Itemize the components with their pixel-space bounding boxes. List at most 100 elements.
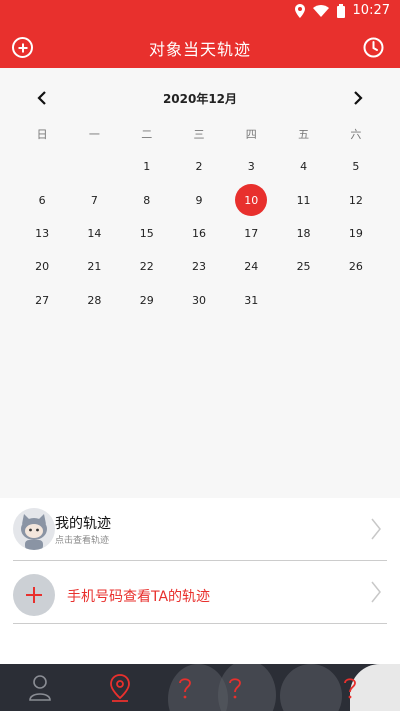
day-number: 15 xyxy=(139,226,154,240)
day-number: 21 xyxy=(87,260,102,274)
calendar-day[interactable]: 19 xyxy=(330,217,382,250)
location-pin-icon xyxy=(110,673,130,702)
status-icons: 10:27 xyxy=(294,3,390,18)
day-number: 1 xyxy=(143,160,151,174)
calendar-day[interactable]: 27 xyxy=(16,284,68,317)
calendar-header: 2020年12月 xyxy=(0,86,400,108)
day-number: 22 xyxy=(139,260,154,274)
track-list: 我的轨迹 点击查看轨迹 手机号码查看TA的轨迹 xyxy=(0,498,400,664)
tab-4[interactable] xyxy=(205,664,265,711)
weekday-label: 一 xyxy=(88,128,100,141)
weekday-label: 日 xyxy=(36,128,48,141)
calendar-day[interactable]: 28 xyxy=(68,284,120,317)
calendar-day[interactable]: 17 xyxy=(225,217,277,250)
calendar-day[interactable]: 9 xyxy=(173,183,225,216)
status-time: 10:27 xyxy=(352,3,390,18)
day-number: 2 xyxy=(195,160,203,174)
day-number: 7 xyxy=(90,193,98,207)
calendar-blank xyxy=(68,150,120,183)
status-bar: 10:27 xyxy=(0,0,400,24)
phone-track-item[interactable]: 手机号码查看TA的轨迹 xyxy=(13,562,387,624)
question-icon xyxy=(344,677,356,698)
calendar-day[interactable]: 26 xyxy=(330,250,382,283)
day-number: 8 xyxy=(143,193,151,207)
chevron-right-icon xyxy=(371,581,381,607)
calendar-day[interactable]: 13 xyxy=(16,217,68,250)
weekday-label: 六 xyxy=(350,128,362,141)
calendar-day[interactable]: 4 xyxy=(277,150,329,183)
calendar-day[interactable]: 21 xyxy=(68,250,120,283)
person-icon xyxy=(29,674,51,701)
tab-5[interactable] xyxy=(320,664,380,711)
calendar-day[interactable]: 8 xyxy=(121,183,173,216)
calendar-day[interactable]: 11 xyxy=(277,183,329,216)
history-button[interactable] xyxy=(363,37,384,62)
day-number: 20 xyxy=(35,260,50,274)
day-number: 18 xyxy=(296,226,311,240)
avatar-icon xyxy=(21,514,47,550)
calendar-day[interactable]: 12 xyxy=(330,183,382,216)
calendar-day[interactable]: 30 xyxy=(173,284,225,317)
calendar-day[interactable]: 15 xyxy=(121,217,173,250)
day-number: 25 xyxy=(296,260,311,274)
bottom-tab-bar xyxy=(0,664,400,711)
calendar-day[interactable]: 22 xyxy=(121,250,173,283)
weekday-row: 日一二三四五六 xyxy=(16,126,382,142)
weekday-label: 三 xyxy=(193,128,205,141)
page-title: 对象当天轨迹 xyxy=(148,40,251,59)
day-number: 23 xyxy=(191,260,206,274)
day-number: 5 xyxy=(352,160,360,174)
clock-icon xyxy=(363,37,384,58)
weekday-label: 四 xyxy=(245,128,257,141)
location-icon xyxy=(294,3,305,18)
plus-icon xyxy=(13,574,55,616)
day-number: 10 xyxy=(235,184,268,217)
day-number: 14 xyxy=(87,226,102,240)
calendar-day[interactable]: 2 xyxy=(173,150,225,183)
calendar-day[interactable]: 18 xyxy=(277,217,329,250)
calendar-day[interactable]: 23 xyxy=(173,250,225,283)
chevron-right-icon xyxy=(371,518,381,544)
calendar-day[interactable]: 29 xyxy=(121,284,173,317)
calendar-day[interactable]: 31 xyxy=(225,284,277,317)
day-number: 3 xyxy=(247,160,255,174)
month-title: 2020年12月 xyxy=(162,92,238,106)
day-number: 26 xyxy=(348,260,363,274)
question-icon xyxy=(179,677,191,698)
day-number: 31 xyxy=(244,293,259,307)
weekday-label: 五 xyxy=(298,128,310,141)
battery-icon xyxy=(336,3,345,18)
weekday-label: 二 xyxy=(141,128,153,141)
calendar-day[interactable]: 3 xyxy=(225,150,277,183)
calendar-day[interactable]: 6 xyxy=(16,183,68,216)
next-month-button[interactable] xyxy=(353,90,363,109)
question-icon xyxy=(229,677,241,698)
calendar-day[interactable]: 24 xyxy=(225,250,277,283)
day-number: 29 xyxy=(139,293,154,307)
day-number: 16 xyxy=(191,226,206,240)
day-number: 12 xyxy=(348,193,363,207)
calendar-day[interactable]: 7 xyxy=(68,183,120,216)
avatar xyxy=(13,508,55,550)
calendar-day[interactable]: 1 xyxy=(121,150,173,183)
tab-location[interactable] xyxy=(90,664,150,711)
day-number: 6 xyxy=(38,193,46,207)
calendar-day[interactable]: 16 xyxy=(173,217,225,250)
tab-profile[interactable] xyxy=(10,664,70,711)
day-number: 28 xyxy=(87,293,102,307)
day-number: 13 xyxy=(35,226,50,240)
calendar-day[interactable]: 25 xyxy=(277,250,329,283)
day-number: 9 xyxy=(195,193,203,207)
app-bar: 对象当天轨迹 xyxy=(0,24,400,68)
calendar-day[interactable]: 20 xyxy=(16,250,68,283)
day-number: 11 xyxy=(296,193,311,207)
my-track-subtitle: 点击查看轨迹 xyxy=(55,536,110,546)
calendar-day-selected[interactable]: 10 xyxy=(225,183,277,217)
phone-track-label: 手机号码查看TA的轨迹 xyxy=(67,589,211,605)
day-number: 19 xyxy=(348,226,363,240)
my-track-item[interactable]: 我的轨迹 点击查看轨迹 xyxy=(13,508,387,561)
day-number: 17 xyxy=(244,226,259,240)
my-track-title: 我的轨迹 xyxy=(55,516,111,532)
calendar-day[interactable]: 14 xyxy=(68,217,120,250)
calendar-day[interactable]: 5 xyxy=(330,150,382,183)
